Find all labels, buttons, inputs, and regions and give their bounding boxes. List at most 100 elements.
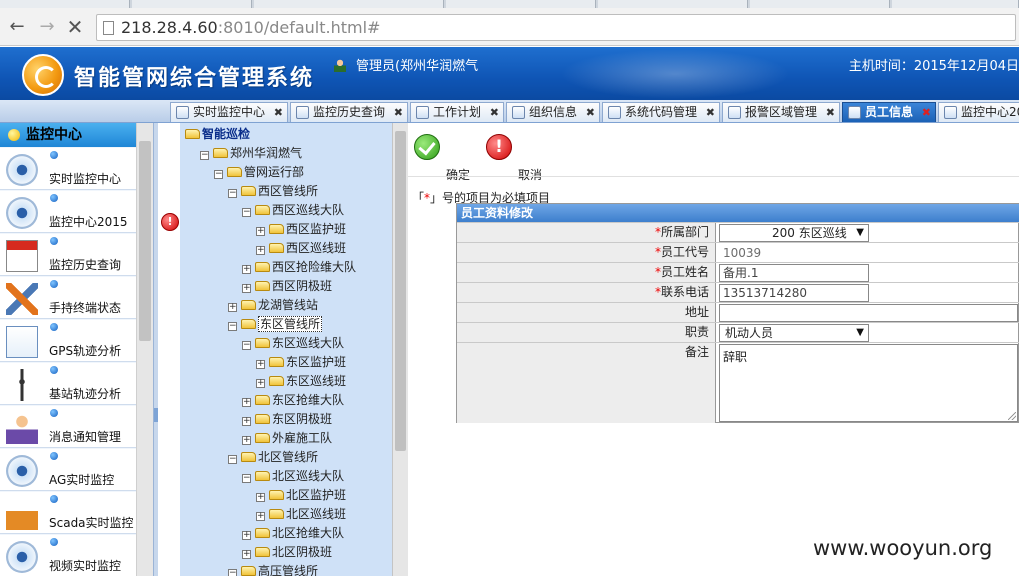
sidebar-item[interactable]: 消息通知管理 — [0, 406, 136, 448]
expand-icon[interactable]: + — [256, 512, 265, 521]
tab-employee-info[interactable]: 员工信息 ✖ — [842, 102, 936, 122]
sidebar-item[interactable]: 监控历史查询 — [0, 234, 136, 276]
tree-node[interactable]: + 北区抢维大队 — [242, 524, 344, 542]
duty-select[interactable]: 机动人员 ▼ — [719, 324, 869, 342]
tab-monitor-center-2015[interactable]: 监控中心20 — [938, 102, 1019, 122]
browser-tab[interactable] — [132, 0, 252, 8]
tree-node[interactable]: + 西区监护班 — [256, 220, 346, 238]
sidebar-header[interactable]: 监控中心 — [0, 123, 136, 147]
sidebar-item[interactable]: GPS轨迹分析 — [0, 320, 136, 362]
expand-icon[interactable]: + — [256, 227, 265, 236]
tree-node[interactable]: + 西区阴极班 — [242, 277, 332, 295]
address-bar[interactable]: 218.28.4.60:8010/default.html# — [96, 14, 1016, 41]
expand-icon[interactable]: + — [228, 303, 237, 312]
close-icon[interactable]: ✖ — [586, 103, 595, 122]
sidebar-item[interactable]: AG实时监控 — [0, 449, 136, 491]
browser-tab[interactable] — [0, 0, 130, 8]
tab-org-info[interactable]: 组织信息 ✖ — [506, 102, 600, 122]
expand-icon[interactable]: + — [242, 531, 251, 540]
browser-tab[interactable] — [750, 0, 890, 8]
tab-alarm-area[interactable]: 报警区域管理 ✖ — [722, 102, 840, 122]
tree-node[interactable]: + 北区监护班 — [256, 486, 346, 504]
collapse-icon[interactable]: − — [228, 189, 237, 198]
tab-system-code[interactable]: 系统代码管理 ✖ — [602, 102, 720, 122]
tree-node[interactable]: + 西区抢险维大队 — [242, 258, 356, 276]
close-icon[interactable]: ✖ — [394, 103, 403, 122]
back-arrow-icon[interactable]: ← — [6, 16, 28, 38]
sidebar-item[interactable]: 实时监控中心 — [0, 148, 136, 190]
browser-tab[interactable] — [598, 0, 748, 8]
sidebar-item[interactable]: 监控中心2015 — [0, 191, 136, 233]
collapse-icon[interactable]: − — [242, 474, 251, 483]
phone-field[interactable]: 13513714280 — [719, 284, 869, 302]
close-icon[interactable]: ✖ — [274, 103, 283, 122]
employee-name-field[interactable]: 备用.1 — [719, 264, 869, 282]
browser-tab[interactable] — [254, 0, 444, 8]
tree-node[interactable]: + 北区巡线班 — [256, 505, 346, 523]
tab-work-plan[interactable]: 工作计划 ✖ — [410, 102, 504, 122]
expand-icon[interactable]: + — [242, 284, 251, 293]
panel-splitter[interactable] — [154, 123, 158, 576]
cancel-button[interactable]: ! 取消 — [486, 134, 546, 182]
expand-icon[interactable]: + — [256, 360, 265, 369]
tree-node[interactable]: − 东区管线所 — [228, 315, 323, 333]
tree-node[interactable]: − 北区管线所 — [228, 448, 318, 466]
tree-node[interactable]: + 东区巡线班 — [256, 372, 346, 390]
confirm-button[interactable]: 确定 — [414, 134, 470, 182]
sidebar-item[interactable]: 基站轨迹分析 — [0, 363, 136, 405]
address-field[interactable] — [719, 304, 1018, 322]
expand-icon[interactable]: + — [242, 265, 251, 274]
close-icon[interactable]: ✖ — [706, 103, 715, 122]
tab-realtime-monitor[interactable]: 实时监控中心 ✖ — [170, 102, 288, 122]
collapse-icon[interactable]: − — [200, 151, 209, 160]
tree-node[interactable]: − 北区巡线大队 — [242, 467, 344, 485]
tree-node[interactable]: + 外雇施工队 — [242, 429, 332, 447]
tree-node[interactable]: + 东区监护班 — [256, 353, 346, 371]
tree-node[interactable]: − 高压管线所 — [228, 562, 318, 576]
tree-node[interactable]: + 东区阴极班 — [242, 410, 332, 428]
collapse-icon[interactable]: − — [228, 455, 237, 464]
tree-node[interactable]: − 西区巡线大队 — [242, 201, 344, 219]
tree-node[interactable]: − 西区管线所 — [228, 182, 318, 200]
collapse-icon[interactable]: − — [242, 208, 251, 217]
tree-node[interactable]: − 管网运行部 — [214, 163, 304, 181]
expand-icon[interactable]: + — [256, 493, 265, 502]
close-icon[interactable]: ✖ — [826, 103, 835, 122]
resize-grip-icon[interactable] — [1008, 412, 1016, 420]
sidebar-item[interactable]: 手持终端状态 — [0, 277, 136, 319]
tree-scrollbar[interactable] — [392, 123, 408, 576]
close-icon[interactable]: ✖ — [922, 103, 931, 122]
tree-node[interactable]: + 东区抢维大队 — [242, 391, 344, 409]
browser-tab[interactable] — [446, 0, 596, 8]
collapse-arrow-icon[interactable] — [154, 408, 158, 422]
expand-icon[interactable]: + — [242, 436, 251, 445]
tree-node[interactable]: + 龙湖管线站 — [228, 296, 318, 314]
sidebar-item[interactable]: 视频实时监控 — [0, 535, 136, 576]
tree-node[interactable]: + 北区阴极班 — [242, 543, 332, 561]
expand-icon[interactable]: + — [242, 417, 251, 426]
collapse-icon[interactable]: − — [228, 569, 237, 576]
department-select[interactable]: 200 东区巡线 ▼ — [719, 224, 869, 242]
collapse-icon[interactable]: − — [214, 170, 223, 179]
collapse-icon[interactable]: − — [242, 341, 251, 350]
remark-textarea[interactable]: 辞职 — [719, 344, 1018, 422]
tree-node[interactable]: + 西区巡线班 — [256, 239, 346, 257]
tree-node[interactable]: − 郑州华润燃气 — [200, 144, 302, 162]
stop-loading-icon[interactable]: ✕ — [64, 16, 86, 38]
expand-icon[interactable]: + — [242, 550, 251, 559]
close-icon[interactable]: ✖ — [490, 103, 499, 122]
forward-arrow-icon[interactable]: → — [36, 16, 58, 38]
tree-node[interactable]: 智能巡检 — [185, 125, 250, 143]
tab-monitor-history[interactable]: 监控历史查询 ✖ — [290, 102, 408, 122]
alert-icon[interactable]: ! — [161, 213, 179, 231]
scrollbar-thumb[interactable] — [139, 141, 151, 341]
tree-node[interactable]: − 东区巡线大队 — [242, 334, 344, 352]
sidebar-scrollbar[interactable] — [136, 123, 153, 576]
expand-icon[interactable]: + — [256, 379, 265, 388]
scrollbar-thumb[interactable] — [395, 131, 406, 451]
collapse-icon[interactable]: − — [228, 322, 237, 331]
expand-icon[interactable]: + — [256, 246, 265, 255]
expand-icon[interactable]: + — [242, 398, 251, 407]
browser-tab[interactable] — [892, 0, 1019, 8]
sidebar-item[interactable]: Scada实时监控 — [0, 492, 136, 534]
